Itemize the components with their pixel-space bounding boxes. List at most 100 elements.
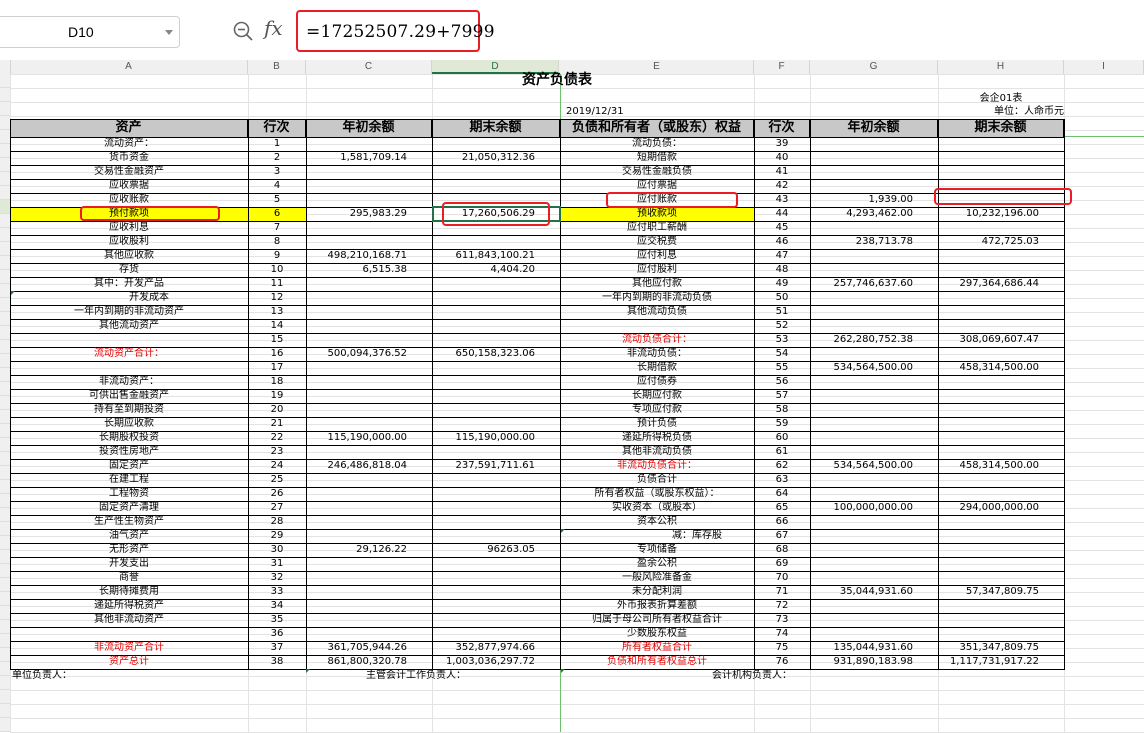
cell-e[interactable]: 专项储备: [561, 543, 753, 557]
cell-d[interactable]: 21,050,312.36: [433, 151, 535, 165]
cell-a[interactable]: 非流动资产合计: [11, 641, 247, 655]
cell-f[interactable]: 46: [755, 235, 809, 249]
cell-g[interactable]: 1,939.00: [811, 193, 913, 207]
cell-b[interactable]: 23: [249, 445, 305, 459]
cell-g[interactable]: 100,000,000.00: [811, 501, 913, 515]
cell-a[interactable]: 流动资产：: [11, 137, 247, 151]
cell-h[interactable]: 458,314,500.00: [939, 459, 1039, 473]
cell-g[interactable]: 257,746,637.60: [811, 277, 913, 291]
cell-e[interactable]: 一般风险准备金: [561, 571, 753, 585]
cell-e[interactable]: 归属于母公司所有者权益合计: [561, 613, 753, 627]
cell-f[interactable]: 53: [755, 333, 809, 347]
cell-f[interactable]: 58: [755, 403, 809, 417]
row-header[interactable]: [0, 480, 10, 494]
cell-c[interactable]: 115,190,000.00: [307, 431, 407, 445]
row-header[interactable]: [0, 340, 10, 354]
cell-e[interactable]: 一年内到期的非流动负债: [561, 291, 753, 305]
cell-e[interactable]: 流动负债：: [561, 137, 753, 151]
cell-a[interactable]: 资产总计: [11, 655, 247, 669]
cell-f[interactable]: 48: [755, 263, 809, 277]
cell-e[interactable]: 其他应付款: [561, 277, 753, 291]
cell-h[interactable]: 10,232,196.00: [939, 207, 1039, 221]
cell-f[interactable]: 70: [755, 571, 809, 585]
cell-f[interactable]: 76: [755, 655, 809, 669]
cell-e[interactable]: 交易性金融负债: [561, 165, 753, 179]
cell-f[interactable]: 62: [755, 459, 809, 473]
cell-f[interactable]: 44: [755, 207, 809, 221]
cell-h[interactable]: 472,725.03: [939, 235, 1039, 249]
cell-e[interactable]: 应交税费: [561, 235, 753, 249]
cell-f[interactable]: 63: [755, 473, 809, 487]
cell-a[interactable]: 应收账款: [11, 193, 247, 207]
cell-c[interactable]: 361,705,944.26: [307, 641, 407, 655]
cell-f[interactable]: 39: [755, 137, 809, 151]
zoom-search-icon[interactable]: [232, 20, 254, 42]
cell-b[interactable]: 9: [249, 249, 305, 263]
cell-e[interactable]: 预收款项: [561, 207, 753, 221]
row-header[interactable]: [0, 228, 10, 242]
cell-f[interactable]: 43: [755, 193, 809, 207]
cell-g[interactable]: 931,890,183.98: [811, 655, 913, 669]
column-header-i[interactable]: I: [1064, 60, 1144, 74]
row-header[interactable]: [0, 564, 10, 578]
cell-b[interactable]: 31: [249, 557, 305, 571]
row-header[interactable]: [0, 592, 10, 606]
cell-c[interactable]: 500,094,376.52: [307, 347, 407, 361]
cell-b[interactable]: 37: [249, 641, 305, 655]
cell-e[interactable]: 应付职工薪酬: [561, 221, 753, 235]
row-header[interactable]: [0, 424, 10, 438]
row-header[interactable]: [0, 200, 10, 214]
cell-g[interactable]: 238,713.78: [811, 235, 913, 249]
row-header[interactable]: [0, 704, 10, 718]
cell-f[interactable]: 55: [755, 361, 809, 375]
cell-e[interactable]: 其他流动负债: [561, 305, 753, 319]
cell-a[interactable]: 其他流动资产: [11, 319, 247, 333]
cell-b[interactable]: 26: [249, 487, 305, 501]
row-header[interactable]: [0, 298, 10, 312]
cell-h[interactable]: 308,069,607.47: [939, 333, 1039, 347]
cell-c[interactable]: 29,126.22: [307, 543, 407, 557]
cell-e[interactable]: 应付利息: [561, 249, 753, 263]
cell-a[interactable]: 固定资产清理: [11, 501, 247, 515]
cell-b[interactable]: 11: [249, 277, 305, 291]
cell-b[interactable]: 15: [249, 333, 305, 347]
cell-a[interactable]: 可供出售金融资产: [11, 389, 247, 403]
cell-b[interactable]: 4: [249, 179, 305, 193]
row-header[interactable]: [0, 676, 10, 690]
row-header[interactable]: [0, 396, 10, 410]
row-header[interactable]: [0, 326, 10, 340]
column-header-h[interactable]: H: [938, 60, 1064, 74]
cell-h[interactable]: 294,000,000.00: [939, 501, 1039, 515]
cell-d[interactable]: 352,877,974.66: [433, 641, 535, 655]
cell-c[interactable]: 498,210,168.71: [307, 249, 407, 263]
cell-f[interactable]: 67: [755, 529, 809, 543]
cell-g[interactable]: 35,044,931.60: [811, 585, 913, 599]
row-header[interactable]: [0, 578, 10, 592]
row-header[interactable]: [0, 662, 10, 676]
column-header-a[interactable]: A: [10, 60, 248, 74]
cell-a[interactable]: 流动资产合计：: [11, 347, 247, 361]
cell-g[interactable]: 534,564,500.00: [811, 361, 913, 375]
name-box[interactable]: D10: [0, 16, 180, 48]
cell-b[interactable]: 19: [249, 389, 305, 403]
cell-f[interactable]: 47: [755, 249, 809, 263]
chevron-down-icon[interactable]: [165, 30, 173, 35]
cell-e[interactable]: 短期借款: [561, 151, 753, 165]
cell-c[interactable]: 1,581,709.14: [307, 151, 407, 165]
row-header[interactable]: [0, 410, 10, 424]
cell-a[interactable]: 生产性生物资产: [11, 515, 247, 529]
formula-input[interactable]: =17252507.29+7999: [296, 10, 495, 52]
cell-f[interactable]: 59: [755, 417, 809, 431]
row-header[interactable]: [0, 186, 10, 200]
cell-a[interactable]: 货币资金: [11, 151, 247, 165]
row-header[interactable]: [0, 648, 10, 662]
column-header-f[interactable]: F: [754, 60, 810, 74]
cell-e[interactable]: 未分配利润: [561, 585, 753, 599]
cell-g[interactable]: 262,280,752.38: [811, 333, 913, 347]
cell-b[interactable]: 5: [249, 193, 305, 207]
cell-b[interactable]: 10: [249, 263, 305, 277]
cell-f[interactable]: 52: [755, 319, 809, 333]
row-header[interactable]: [0, 536, 10, 550]
cell-f[interactable]: 69: [755, 557, 809, 571]
cell-e[interactable]: 少数股东权益: [561, 627, 753, 641]
